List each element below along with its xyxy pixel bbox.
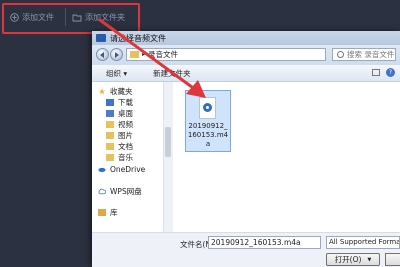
onedrive-icon — [98, 167, 106, 172]
nav-item-label: 视频 — [118, 120, 133, 129]
new-folder-button[interactable]: 新建文件夹 — [153, 68, 191, 79]
nav-item-label: 库 — [110, 208, 118, 217]
nav-item-pictures[interactable]: 图片 — [106, 130, 133, 141]
nav-item-videos[interactable]: 视频 — [106, 119, 133, 130]
open-label: 打开(O) — [334, 255, 362, 264]
desktop-icon — [106, 110, 114, 117]
nav-item-wps-cloud[interactable]: WPS网盘 — [98, 186, 142, 197]
picture-folder-icon — [106, 132, 114, 139]
nav-item-label: 下载 — [118, 98, 133, 107]
file-item-selected[interactable]: 20190912_160153.m4a — [185, 90, 231, 152]
view-options-icon[interactable] — [372, 69, 380, 76]
file-list: 20190912_160153.m4a — [173, 82, 400, 232]
nav-item-music[interactable]: 音乐 — [106, 152, 133, 163]
star-icon — [98, 88, 106, 95]
navigation-pane: 收藏夹 下载 桌面 视频 图片 文档 音乐 OneDrive WPS网盘 库 — [92, 82, 173, 232]
dialog-title: 请选择音频文件 — [110, 33, 166, 43]
search-icon — [337, 51, 344, 58]
address-bar[interactable]: ▸ 录音文件 — [126, 48, 326, 61]
dialog-footer: 文件名(N): 20190912_160153.m4a All Supporte… — [92, 232, 400, 267]
search-placeholder: 搜索 录音文件 — [347, 50, 395, 59]
chevron-right-icon: ▸ — [142, 51, 146, 58]
library-icon — [98, 209, 106, 216]
search-box[interactable]: 搜索 录音文件 — [332, 48, 396, 61]
filetype-select[interactable]: All Supported Formats — [326, 236, 400, 249]
nav-item-label: 收藏夹 — [110, 87, 133, 96]
app-icon — [96, 34, 106, 42]
nav-item-label: 桌面 — [118, 109, 133, 118]
filename-input[interactable]: 20190912_160153.m4a — [208, 236, 321, 249]
command-bar: 组织 ▾ 新建文件夹 ? — [92, 65, 400, 82]
dialog-titlebar[interactable]: 请选择音频文件 — [92, 31, 400, 45]
highlight-box — [2, 3, 140, 34]
music-folder-icon — [106, 154, 114, 161]
help-icon[interactable]: ? — [386, 68, 395, 77]
chevron-down-icon: ▼ — [367, 256, 372, 263]
video-folder-icon — [106, 121, 114, 128]
audio-file-icon — [199, 97, 216, 119]
wps-cloud-icon — [98, 188, 106, 195]
nav-item-library[interactable]: 库 — [98, 207, 118, 218]
app-content-area — [0, 34, 92, 266]
nav-item-label: OneDrive — [110, 165, 146, 174]
organize-menu[interactable]: 组织 ▾ — [106, 68, 127, 79]
file-name: 20190912_160153.m4a — [187, 122, 229, 148]
folder-icon — [130, 51, 139, 58]
back-button[interactable] — [96, 48, 109, 61]
nav-item-onedrive[interactable]: OneDrive — [98, 165, 145, 174]
nav-item-documents[interactable]: 文档 — [106, 141, 133, 152]
navigation-bar: ▸ 录音文件 搜索 录音文件 — [92, 45, 400, 65]
download-folder-icon — [106, 99, 114, 106]
forward-button[interactable] — [110, 48, 123, 61]
address-path: 录音文件 — [148, 50, 179, 59]
cancel-button[interactable] — [385, 253, 400, 266]
nav-item-label: WPS网盘 — [110, 187, 142, 196]
nav-item-label: 图片 — [118, 131, 133, 140]
document-folder-icon — [106, 143, 114, 150]
app-toolbar: 添加文件 添加文件夹 — [0, 0, 400, 34]
open-button[interactable]: 打开(O) ▼ — [326, 253, 380, 266]
nav-item-downloads[interactable]: 下载 — [106, 97, 133, 108]
nav-item-desktop[interactable]: 桌面 — [106, 108, 133, 119]
nav-item-label: 音乐 — [118, 153, 133, 162]
nav-item-label: 文档 — [118, 142, 133, 151]
nav-scrollbar[interactable] — [163, 82, 173, 232]
open-file-dialog: 请选择音频文件 ▸ 录音文件 搜索 录音文件 组织 ▾ 新建文件夹 ? 收藏夹 … — [92, 31, 400, 267]
scrollbar-thumb[interactable] — [165, 127, 171, 157]
nav-item-favorites[interactable]: 收藏夹 — [98, 86, 133, 97]
